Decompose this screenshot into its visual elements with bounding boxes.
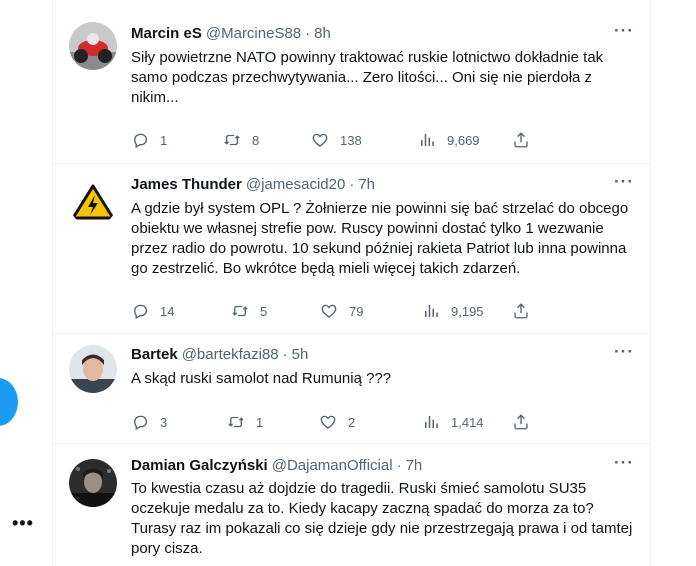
views-button[interactable]: 1,414 (422, 412, 484, 432)
tweet-header: James Thunder @jamesacid20 · 7h (131, 175, 375, 195)
tweet-text: Siły powietrzne NATO powinny traktować r… (131, 49, 604, 106)
view-count: 1,414 (451, 414, 484, 430)
separator-dot: · (349, 176, 355, 193)
retweet-count: 8 (252, 132, 260, 148)
retweet-icon (224, 134, 240, 146)
analytics-icon (425, 305, 438, 317)
display-name[interactable]: James Thunder (131, 176, 242, 193)
retweet-button[interactable]: 5 (231, 301, 267, 321)
timestamp[interactable]: 8h (314, 25, 331, 42)
timestamp[interactable]: 7h (406, 457, 423, 474)
like-count: 79 (349, 303, 364, 319)
user-handle[interactable]: @MarcineS88 (206, 25, 301, 42)
display-name[interactable]: Bartek (131, 346, 178, 363)
heart-icon (312, 133, 328, 147)
tweet[interactable]: Marcin eS @MarcineS88 · 8h ··· Siły powietr… (53, 0, 651, 164)
tweet-text: A gdzie był system OPL ? Żołnierze nie p… (131, 200, 629, 277)
analytics-icon (421, 134, 434, 146)
like-count: 138 (340, 132, 362, 148)
reply-button[interactable]: 1 (131, 130, 167, 150)
display-name[interactable]: Marcin eS (131, 25, 202, 42)
tweet-header: Marcin eS @MarcineS88 · 8h (131, 24, 331, 44)
retweet-count: 5 (260, 303, 268, 319)
sidebar-more-icon[interactable]: ••• (12, 514, 36, 532)
more-options-icon[interactable]: ··· (613, 22, 635, 44)
reply-icon (134, 415, 148, 431)
reply-icon (134, 304, 148, 320)
share-icon (514, 303, 528, 319)
retweet-icon (232, 305, 248, 317)
heart-icon (321, 304, 337, 318)
user-handle[interactable]: @DajamanOfficial (272, 457, 393, 474)
reply-count: 1 (160, 132, 168, 148)
analytics-icon (425, 416, 438, 428)
compose-tweet-button[interactable] (0, 378, 18, 426)
like-button[interactable]: 79 (320, 301, 363, 321)
avatar[interactable] (69, 22, 117, 70)
heart-icon (320, 415, 336, 429)
view-count: 9,195 (451, 303, 484, 319)
reply-icon (134, 133, 148, 149)
views-button[interactable]: 9,669 (418, 130, 480, 150)
separator-dot: · (396, 457, 402, 474)
view-count: 9,669 (447, 132, 480, 148)
tweet[interactable]: Damian Galczyński @DajamanOfficial · 7h ···… (53, 443, 651, 566)
tweet-text: A skąd ruski samolot nad Rumunią ??? (131, 370, 392, 387)
like-count: 2 (348, 414, 356, 430)
share-button[interactable] (512, 301, 530, 321)
timestamp[interactable]: 7h (358, 176, 375, 193)
retweet-count: 1 (256, 414, 264, 430)
retweet-button[interactable]: 8 (223, 130, 259, 150)
more-options-icon[interactable]: ··· (613, 454, 635, 476)
views-button[interactable]: 9,195 (422, 301, 484, 321)
share-button[interactable] (512, 412, 530, 432)
reply-count: 14 (160, 303, 175, 319)
reply-button[interactable]: 3 (131, 412, 167, 432)
avatar[interactable] (69, 345, 117, 393)
tweet-header: Damian Galczyński @DajamanOfficial · 7h (131, 456, 422, 476)
avatar[interactable] (69, 178, 117, 226)
more-options-icon[interactable]: ··· (613, 343, 635, 365)
separator-dot: · (282, 346, 288, 363)
tweet-text: To kwestia czasu aż dojdzie do tragedii.… (131, 480, 633, 557)
reply-feed: Marcin eS @MarcineS88 · 8h ··· Siły powietr… (52, 0, 651, 566)
share-icon (514, 414, 528, 430)
display-name[interactable]: Damian Galczyński (131, 457, 268, 474)
tweet-header: Bartek @bartekfazi88 · 5h (131, 345, 308, 365)
retweet-icon (228, 416, 244, 428)
user-handle[interactable]: @jamesacid20 (246, 176, 345, 193)
share-icon (514, 132, 528, 148)
share-button[interactable] (512, 130, 530, 150)
more-options-icon[interactable]: ··· (613, 173, 635, 195)
like-button[interactable]: 138 (311, 130, 362, 150)
avatar[interactable] (69, 459, 117, 507)
tweet[interactable]: James Thunder @jamesacid20 · 7h ··· A gdzie… (53, 163, 651, 334)
reply-button[interactable]: 14 (131, 301, 174, 321)
tweet[interactable]: Bartek @bartekfazi88 · 5h ··· A skąd ruski … (53, 333, 651, 444)
retweet-button[interactable]: 1 (227, 412, 263, 432)
user-handle[interactable]: @bartekfazi88 (182, 346, 279, 363)
timestamp[interactable]: 5h (292, 346, 309, 363)
separator-dot: · (305, 25, 311, 42)
like-button[interactable]: 2 (319, 412, 355, 432)
reply-count: 3 (160, 414, 168, 430)
